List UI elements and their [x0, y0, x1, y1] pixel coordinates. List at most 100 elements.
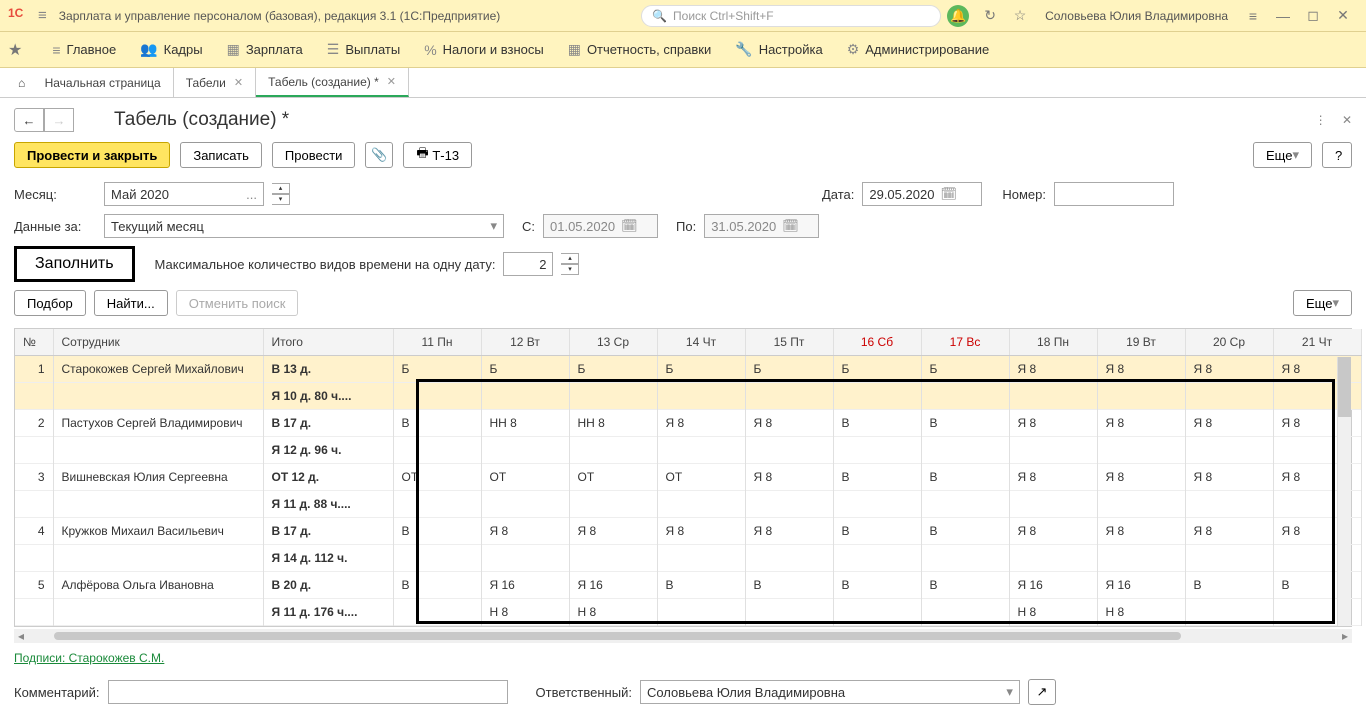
- col-d15[interactable]: 15 Пт: [745, 329, 833, 356]
- cell-day[interactable]: Н 8: [569, 599, 657, 626]
- table-row[interactable]: 5 Алфёрова Ольга Ивановна В 20 д.ВЯ 16Я …: [15, 572, 1361, 599]
- cell-num[interactable]: 2: [15, 410, 53, 437]
- cell-day[interactable]: Я 8: [1009, 410, 1097, 437]
- cell-day[interactable]: [1009, 437, 1097, 464]
- cell-day[interactable]: [833, 599, 921, 626]
- col-d16[interactable]: 16 Сб: [833, 329, 921, 356]
- cell-day[interactable]: В: [657, 572, 745, 599]
- cell-day[interactable]: [833, 437, 921, 464]
- notifications-icon[interactable]: 🔔: [947, 5, 969, 27]
- cell-day[interactable]: Я 8: [1097, 410, 1185, 437]
- cell-day[interactable]: [657, 437, 745, 464]
- cell-day[interactable]: Н 8: [1009, 599, 1097, 626]
- cell-total[interactable]: ОТ 12 д.: [263, 464, 393, 491]
- cell-day[interactable]: [569, 383, 657, 410]
- cell-day[interactable]: В: [393, 518, 481, 545]
- post-button[interactable]: Провести: [272, 142, 356, 168]
- scroll-thumb[interactable]: [54, 632, 1181, 640]
- cell-day[interactable]: [745, 383, 833, 410]
- cell-day[interactable]: Я 8: [745, 518, 833, 545]
- cell-day[interactable]: Я 8: [657, 410, 745, 437]
- spin-up-icon[interactable]: ▴: [272, 183, 290, 194]
- cell-day[interactable]: [481, 383, 569, 410]
- nav-back-button[interactable]: ←: [14, 108, 44, 132]
- cell-day[interactable]: Я 16: [569, 572, 657, 599]
- signature-link[interactable]: Подписи: Старокожев С.М.: [14, 651, 164, 665]
- cell-day[interactable]: Я 16: [1009, 572, 1097, 599]
- cell-day[interactable]: [833, 545, 921, 572]
- col-d18[interactable]: 18 Пн: [1009, 329, 1097, 356]
- cell-day[interactable]: Я 8: [1185, 518, 1273, 545]
- cell-day[interactable]: Я 8: [1097, 518, 1185, 545]
- cell-day[interactable]: [657, 491, 745, 518]
- scroll-right-icon[interactable]: ▸: [1338, 629, 1352, 643]
- menu-reports[interactable]: ▦Отчетность, справки: [568, 41, 712, 58]
- cell-day[interactable]: [569, 545, 657, 572]
- cell-day[interactable]: Я 8: [745, 410, 833, 437]
- cell-day[interactable]: [1185, 599, 1273, 626]
- cell-day[interactable]: [657, 545, 745, 572]
- cell-day[interactable]: [1097, 491, 1185, 518]
- responsible-input[interactable]: Соловьева Юлия Владимировна▾: [640, 680, 1020, 704]
- post-and-close-button[interactable]: Провести и закрыть: [14, 142, 170, 168]
- cell-day[interactable]: [569, 491, 657, 518]
- cell-day[interactable]: Б: [833, 356, 921, 383]
- cell-day[interactable]: В: [745, 572, 833, 599]
- col-d20[interactable]: 20 Ср: [1185, 329, 1273, 356]
- cell-day[interactable]: Н 8: [1097, 599, 1185, 626]
- date-input[interactable]: 29.05.2020🗓: [862, 182, 982, 206]
- cell-total[interactable]: В 17 д.: [263, 518, 393, 545]
- close-icon[interactable]: ✕: [387, 75, 396, 88]
- cell-num[interactable]: 5: [15, 572, 53, 599]
- menu-salary[interactable]: ▦Зарплата: [227, 41, 303, 58]
- help-button[interactable]: ?: [1322, 142, 1352, 168]
- fill-button[interactable]: Заполнить: [14, 246, 135, 282]
- cell-day[interactable]: [1097, 383, 1185, 410]
- spin-down-icon[interactable]: ▾: [561, 264, 579, 275]
- settings-icon[interactable]: ≡: [1242, 8, 1264, 24]
- chevron-down-icon[interactable]: ▾: [484, 218, 497, 234]
- cell-num[interactable]: 3: [15, 464, 53, 491]
- favorite-icon[interactable]: ☆: [1009, 7, 1031, 24]
- horizontal-scrollbar[interactable]: ◂ ▸: [14, 629, 1352, 643]
- cell-day[interactable]: [481, 437, 569, 464]
- col-d14[interactable]: 14 Чт: [657, 329, 745, 356]
- number-input[interactable]: [1054, 182, 1174, 206]
- open-responsible-button[interactable]: ↗: [1028, 679, 1056, 705]
- cell-day[interactable]: В: [833, 464, 921, 491]
- cell-day[interactable]: [1185, 545, 1273, 572]
- cell-day[interactable]: [657, 599, 745, 626]
- cell-employee[interactable]: Пастухов Сергей Владимирович: [53, 410, 263, 437]
- cell-total-sub[interactable]: Я 11 д. 88 ч....: [263, 491, 393, 518]
- close-icon[interactable]: ✕: [234, 76, 243, 89]
- spin-up-icon[interactable]: ▴: [561, 253, 579, 264]
- menu-personnel[interactable]: 👥Кадры: [140, 41, 202, 58]
- find-button[interactable]: Найти...: [94, 290, 168, 316]
- cell-day[interactable]: [1185, 491, 1273, 518]
- cell-day[interactable]: В: [393, 410, 481, 437]
- close-window-icon[interactable]: ✕: [1332, 7, 1354, 24]
- burger-icon[interactable]: ≡: [38, 7, 47, 24]
- cell-day[interactable]: Я 16: [481, 572, 569, 599]
- cell-day[interactable]: Я 8: [1009, 464, 1097, 491]
- cell-day[interactable]: [1097, 437, 1185, 464]
- cell-total-sub[interactable]: Я 10 д. 80 ч....: [263, 383, 393, 410]
- table-row-sub[interactable]: Я 12 д. 96 ч.: [15, 437, 1361, 464]
- cell-day[interactable]: НН 8: [481, 410, 569, 437]
- col-d12[interactable]: 12 Вт: [481, 329, 569, 356]
- cell-day[interactable]: Я 8: [657, 518, 745, 545]
- cell-day[interactable]: [833, 491, 921, 518]
- col-d19[interactable]: 19 Вт: [1097, 329, 1185, 356]
- table-row-sub[interactable]: Я 14 д. 112 ч.: [15, 545, 1361, 572]
- spin-down-icon[interactable]: ▾: [272, 194, 290, 205]
- cell-day[interactable]: Б: [393, 356, 481, 383]
- cell-employee[interactable]: Вишневская Юлия Сергеевна: [53, 464, 263, 491]
- cell-day[interactable]: Я 8: [481, 518, 569, 545]
- cell-day[interactable]: Я 8: [1185, 464, 1273, 491]
- cell-day[interactable]: [745, 491, 833, 518]
- col-d17[interactable]: 17 Вс: [921, 329, 1009, 356]
- data-for-select[interactable]: Текущий месяц▾: [104, 214, 504, 238]
- cell-day[interactable]: [921, 545, 1009, 572]
- cell-day[interactable]: [481, 545, 569, 572]
- cell-day[interactable]: Я 8: [1185, 410, 1273, 437]
